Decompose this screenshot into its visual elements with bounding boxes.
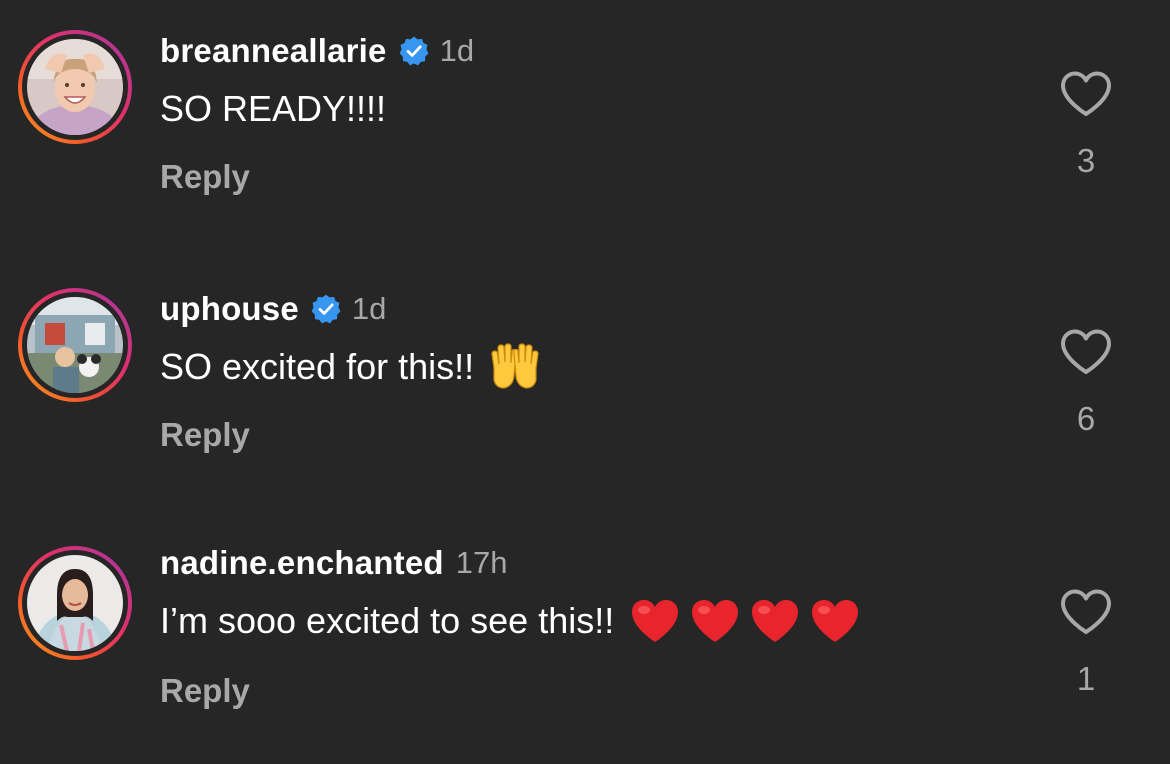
reply-button[interactable]: Reply: [160, 158, 250, 196]
username[interactable]: breanneallarie: [160, 32, 387, 70]
heart-outline-icon: [1061, 71, 1111, 116]
reply-button[interactable]: Reply: [160, 416, 250, 454]
red-heart-emoji: [690, 598, 740, 644]
like-count: 3: [1076, 142, 1096, 179]
comment-item: uphouse 1d SO excited for this!! Reply 6: [0, 258, 1170, 508]
heart-outline-icon: [1061, 589, 1111, 634]
reply-button[interactable]: Reply: [160, 672, 250, 710]
comment-body: SO excited for this!!: [160, 346, 475, 387]
comment-time: 17h: [455, 545, 508, 580]
avatar[interactable]: [27, 297, 123, 393]
comment-meta: uphouse 1d: [160, 288, 386, 330]
comment-text: SO READY!!!!: [160, 84, 386, 134]
comment-meta: nadine.enchanted 17h: [160, 542, 507, 584]
like-count: 6: [1076, 400, 1096, 437]
red-heart-emoji: [750, 598, 800, 644]
comment-body: I’m sooo excited to see this!!: [160, 600, 615, 641]
like-button[interactable]: [1058, 328, 1114, 376]
raising-hands-emoji: [488, 342, 542, 392]
comment-item: nadine.enchanted 17h I’m sooo excited to…: [0, 514, 1170, 764]
like-button[interactable]: [1058, 70, 1114, 118]
comment-text: SO excited for this!!: [160, 342, 542, 392]
comment-time: 1d: [439, 33, 475, 68]
red-heart-emoji: [630, 598, 680, 644]
story-ring[interactable]: [18, 30, 132, 144]
story-ring[interactable]: [18, 546, 132, 660]
comment-meta: breanneallarie 1d: [160, 30, 474, 72]
like-button[interactable]: [1058, 588, 1114, 636]
comment-body: SO READY!!!!: [160, 88, 387, 129]
heart-outline-icon: [1061, 329, 1111, 374]
avatar[interactable]: [27, 39, 123, 135]
verified-badge-icon: [398, 35, 430, 67]
like-count: 1: [1076, 660, 1096, 697]
comment-text: I’m sooo excited to see this!!: [160, 596, 860, 646]
comment-item: breanneallarie 1d SO READY!!!! Reply 3: [0, 0, 1170, 250]
username[interactable]: nadine.enchanted: [160, 544, 444, 582]
username[interactable]: uphouse: [160, 290, 299, 328]
avatar[interactable]: [27, 555, 123, 651]
verified-badge-icon: [310, 293, 342, 325]
comment-time: 1d: [351, 291, 387, 326]
story-ring[interactable]: [18, 288, 132, 402]
red-heart-emoji: [810, 598, 860, 644]
